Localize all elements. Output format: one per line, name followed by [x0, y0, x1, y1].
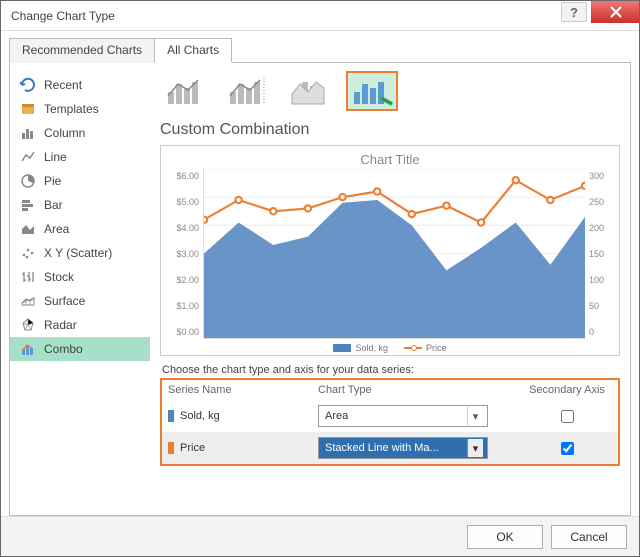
- templates-icon: [20, 101, 36, 117]
- recent-icon: [20, 77, 36, 93]
- dialog-body: Recommended Charts All Charts Recent Tem…: [1, 31, 639, 516]
- area-icon: [20, 221, 36, 237]
- dropdown-value: Stacked Line with Ma...: [325, 442, 439, 454]
- chart-category-list: Recent Templates Column Line Pie: [10, 63, 150, 515]
- content-area: Recent Templates Column Line Pie: [9, 63, 631, 516]
- sidebar-item-surface[interactable]: Surface: [10, 289, 150, 313]
- window-title: Change Chart Type: [11, 9, 115, 23]
- chart-plot-area: $6.00$5.00$4.00$3.00$2.00$1.00$0.00 3002…: [169, 169, 611, 339]
- series-name-label: Sold, kg: [180, 410, 220, 422]
- header-series-name: Series Name: [168, 384, 318, 396]
- scatter-icon: [20, 245, 36, 261]
- window-buttons: ?: [561, 1, 639, 23]
- bar-icon: [20, 197, 36, 213]
- series-header-row: Series Name Chart Type Secondary Axis: [162, 380, 618, 400]
- dialog-footer: OK Cancel: [1, 516, 639, 556]
- sidebar-item-label: Stock: [44, 270, 74, 284]
- radar-icon: [20, 317, 36, 333]
- secondary-axis-checkbox-price[interactable]: [561, 442, 574, 455]
- sidebar-item-pie[interactable]: Pie: [10, 169, 150, 193]
- dropdown-arrow-icon: ▾: [467, 407, 483, 425]
- series-row-price: Price Stacked Line with Ma... ▾: [162, 432, 618, 464]
- stock-icon: [20, 269, 36, 285]
- combo-subtype-3[interactable]: [284, 71, 336, 111]
- ok-button[interactable]: OK: [467, 525, 543, 549]
- series-caption: Choose the chart type and axis for your …: [162, 364, 620, 376]
- sidebar-item-column[interactable]: Column: [10, 121, 150, 145]
- main-panel: Custom Combination Chart Title $6.00$5.0…: [150, 63, 630, 515]
- column-icon: [20, 125, 36, 141]
- sidebar-item-label: Area: [44, 222, 69, 236]
- y-axis-left: $6.00$5.00$4.00$3.00$2.00$1.00$0.00: [169, 169, 203, 339]
- chart-title: Chart Title: [169, 152, 611, 167]
- sidebar-item-bar[interactable]: Bar: [10, 193, 150, 217]
- sidebar-item-recent[interactable]: Recent: [10, 73, 150, 97]
- sidebar-item-templates[interactable]: Templates: [10, 97, 150, 121]
- sidebar-item-label: Pie: [44, 174, 61, 188]
- sidebar-item-combo[interactable]: Combo: [10, 337, 150, 361]
- header-secondary-axis: Secondary Axis: [522, 384, 612, 396]
- sidebar-item-label: Surface: [44, 294, 85, 308]
- sidebar-item-label: Recent: [44, 78, 82, 92]
- combo-subtype-row: [160, 71, 620, 111]
- legend-swatch-area: [333, 344, 351, 352]
- surface-icon: [20, 293, 36, 309]
- tab-bar: Recommended Charts All Charts: [9, 37, 631, 63]
- sidebar-item-stock[interactable]: Stock: [10, 265, 150, 289]
- titlebar: Change Chart Type ?: [1, 1, 639, 31]
- chart-preview: Chart Title $6.00$5.00$4.00$3.00$2.00$1.…: [160, 145, 620, 356]
- close-button[interactable]: [591, 1, 639, 23]
- section-title: Custom Combination: [160, 121, 620, 139]
- line-icon: [20, 149, 36, 165]
- sidebar-item-label: Templates: [44, 102, 99, 116]
- combo-subtype-custom[interactable]: [346, 71, 398, 111]
- combo-subtype-1[interactable]: [160, 71, 212, 111]
- header-chart-type: Chart Type: [318, 384, 522, 396]
- sidebar-item-label: Combo: [44, 342, 83, 356]
- legend-label-1: Sold, kg: [355, 343, 388, 353]
- sidebar-item-radar[interactable]: Radar: [10, 313, 150, 337]
- sidebar-item-label: Column: [44, 126, 85, 140]
- y-axis-right: 300250200150100500: [585, 169, 611, 339]
- dropdown-arrow-icon: ▾: [467, 439, 483, 457]
- plot-canvas: [203, 169, 585, 339]
- combo-icon: [20, 341, 36, 357]
- series-config-block: Series Name Chart Type Secondary Axis So…: [160, 378, 620, 466]
- legend-label-2: Price: [426, 343, 447, 353]
- chart-type-dropdown-sold[interactable]: Area ▾: [318, 405, 488, 427]
- legend-swatch-line: [404, 344, 422, 352]
- chart-legend: Sold, kg Price: [169, 343, 611, 353]
- sidebar-item-label: X Y (Scatter): [44, 246, 112, 260]
- sidebar-item-area[interactable]: Area: [10, 217, 150, 241]
- series-swatch: [168, 410, 174, 422]
- combo-subtype-2[interactable]: [222, 71, 274, 111]
- series-row-sold: Sold, kg Area ▾: [162, 400, 618, 432]
- change-chart-type-dialog: Change Chart Type ? Recommended Charts A…: [0, 0, 640, 557]
- dropdown-value: Area: [325, 410, 348, 422]
- sidebar-item-scatter[interactable]: X Y (Scatter): [10, 241, 150, 265]
- sidebar-item-label: Bar: [44, 198, 63, 212]
- sidebar-item-label: Line: [44, 150, 67, 164]
- tab-all-charts[interactable]: All Charts: [154, 38, 232, 63]
- chart-type-dropdown-price[interactable]: Stacked Line with Ma... ▾: [318, 437, 488, 459]
- cancel-button[interactable]: Cancel: [551, 525, 627, 549]
- tab-recommended[interactable]: Recommended Charts: [9, 38, 155, 63]
- series-name-label: Price: [180, 442, 205, 454]
- help-button[interactable]: ?: [561, 2, 587, 22]
- pie-icon: [20, 173, 36, 189]
- series-swatch: [168, 442, 174, 454]
- secondary-axis-checkbox-sold[interactable]: [561, 410, 574, 423]
- sidebar-item-label: Radar: [44, 318, 77, 332]
- sidebar-item-line[interactable]: Line: [10, 145, 150, 169]
